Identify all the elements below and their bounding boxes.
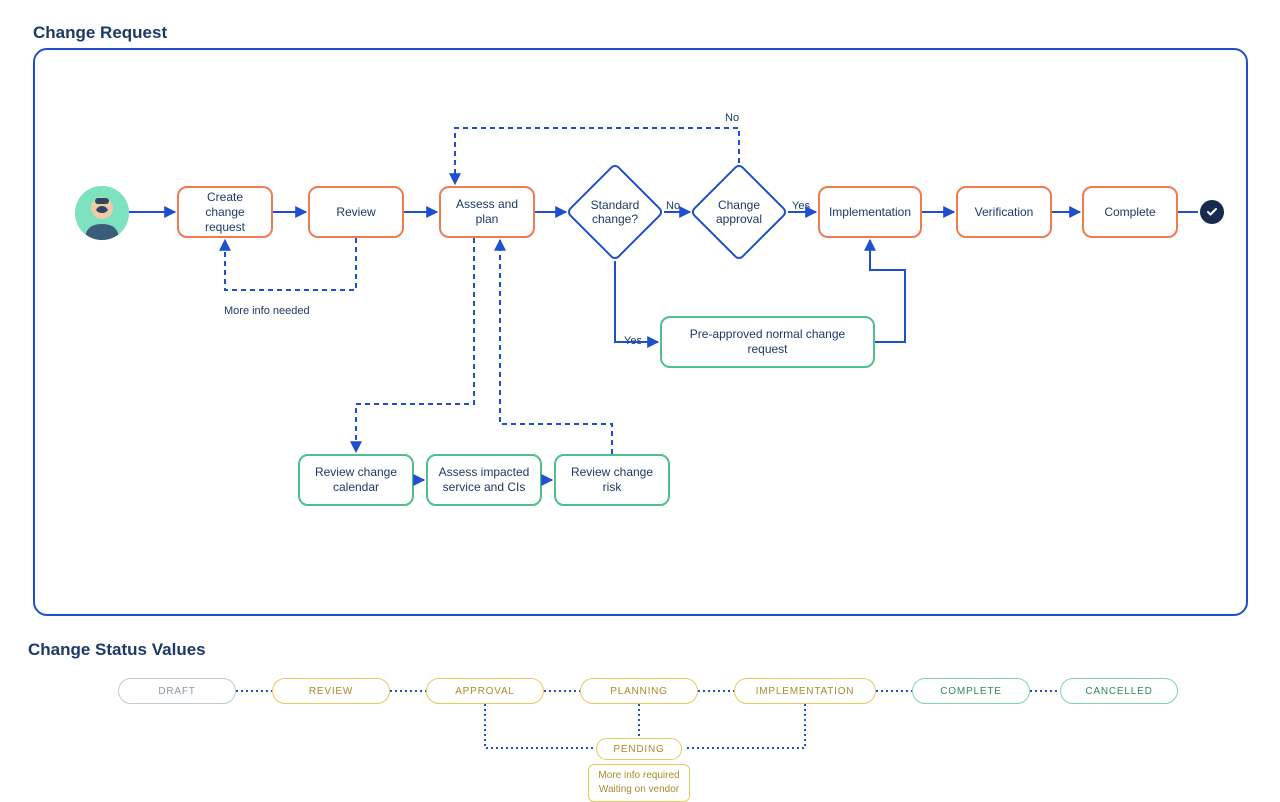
status-connectors xyxy=(0,0,1280,800)
